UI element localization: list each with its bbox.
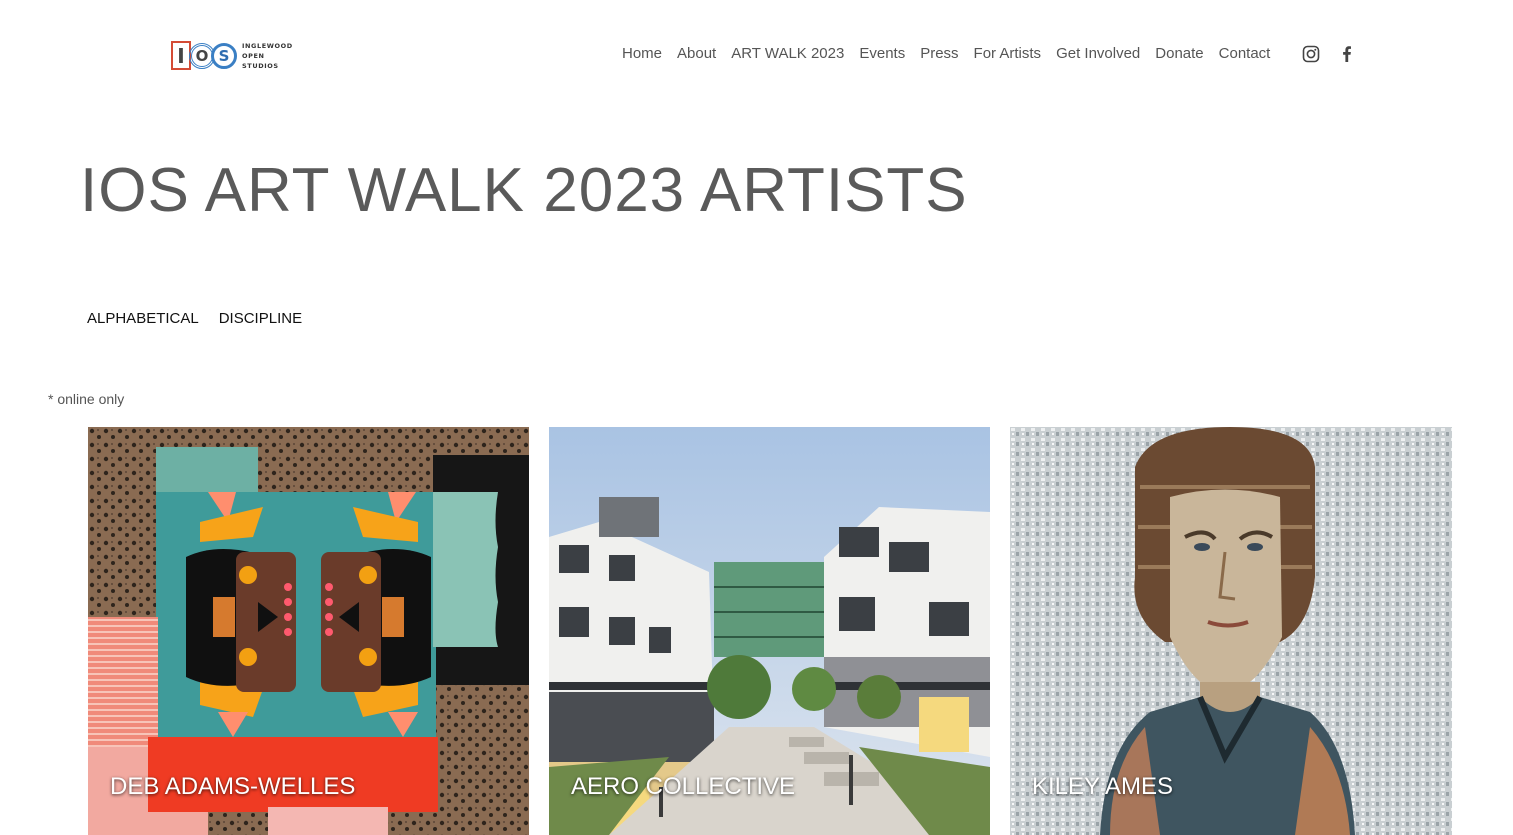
logo-letter-s: S — [211, 42, 237, 69]
nav-donate[interactable]: Donate — [1155, 44, 1203, 64]
nav-events[interactable]: Events — [859, 44, 905, 64]
artist-card[interactable]: AERO COLLECTIVE — [549, 427, 990, 835]
filter-alphabetical[interactable]: ALPHABETICAL — [87, 310, 199, 327]
online-only-note: * online only — [48, 391, 125, 407]
nav-art-walk-2023[interactable]: ART WALK 2023 — [731, 44, 844, 64]
logo-mark: I O S — [171, 40, 237, 71]
logo-line-2: OPEN — [242, 51, 265, 60]
nav-about[interactable]: About — [677, 44, 716, 64]
artist-name: KILEY AMES — [1032, 773, 1173, 800]
nav-get-involved[interactable]: Get Involved — [1056, 44, 1140, 64]
page-title: IOS ART WALK 2023 ARTISTS — [80, 156, 968, 225]
artist-card[interactable]: DEB ADAMS-WELLES — [88, 427, 529, 835]
filter-links: ALPHABETICAL DISCIPLINE — [87, 310, 322, 327]
logo-line-1: INGLEWOOD — [242, 41, 293, 50]
logo-line-3: STUDIOS — [242, 61, 279, 70]
artist-card[interactable]: KILEY AMES — [1010, 427, 1452, 835]
site-header: I O S INGLEWOOD OPEN STUDIOS Home About … — [0, 0, 1513, 110]
main-nav: Home About ART WALK 2023 Events Press Fo… — [622, 44, 1285, 64]
nav-contact[interactable]: Contact — [1219, 44, 1271, 64]
nav-press[interactable]: Press — [920, 44, 958, 64]
site-logo[interactable]: I O S INGLEWOOD OPEN STUDIOS — [171, 40, 293, 71]
filter-discipline[interactable]: DISCIPLINE — [219, 310, 302, 327]
artist-name: DEB ADAMS-WELLES — [110, 773, 356, 800]
artist-name: AERO COLLECTIVE — [571, 773, 796, 800]
nav-home[interactable]: Home — [622, 44, 662, 64]
logo-letter-i: I — [171, 41, 191, 70]
social-links — [1301, 44, 1357, 64]
logo-text: INGLEWOOD OPEN STUDIOS — [242, 41, 293, 71]
nav-for-artists[interactable]: For Artists — [974, 44, 1042, 64]
instagram-icon[interactable] — [1301, 44, 1321, 64]
facebook-icon[interactable] — [1337, 44, 1357, 64]
